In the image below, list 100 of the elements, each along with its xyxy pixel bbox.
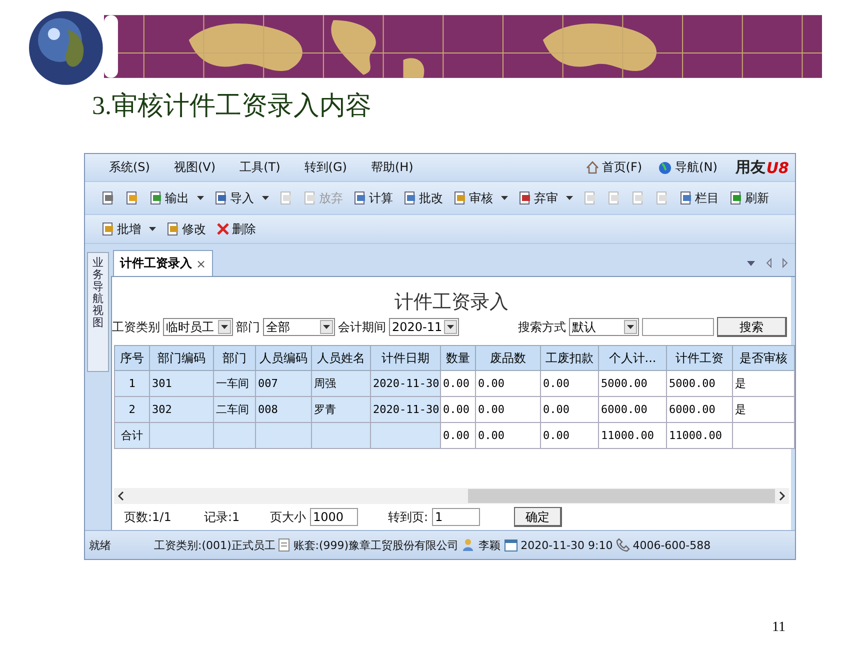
- table-cell: 二车间: [214, 396, 256, 422]
- status-text: 工资类别:(001)正式员工: [154, 538, 276, 552]
- dropdown-arrow-icon: [262, 195, 269, 201]
- nav-link[interactable]: 首页(F): [586, 159, 642, 176]
- table-cell: 0.00: [540, 370, 598, 396]
- table-cell: 0.00: [476, 370, 540, 396]
- dropdown-arrow-icon: [149, 226, 156, 232]
- field-label: 搜索方式: [518, 318, 566, 336]
- confirm-button[interactable]: 确定: [514, 507, 562, 527]
- menu-item[interactable]: 帮助(H): [360, 159, 424, 176]
- table-cell: 2020-11-30: [370, 396, 440, 422]
- table-cell: [370, 422, 440, 448]
- toolbar-button[interactable]: 导入: [212, 190, 271, 206]
- user-icon: [462, 538, 476, 552]
- menu-item[interactable]: 工具(T): [230, 159, 290, 176]
- table-cell: 6000.00: [666, 396, 732, 422]
- tab[interactable]: 计件工资录入 ×: [113, 250, 214, 276]
- table-cell: 0.00: [540, 422, 598, 448]
- column-header[interactable]: 计件日期: [370, 346, 440, 370]
- table-cell: [214, 422, 256, 448]
- table-cell: 0.00: [540, 396, 598, 422]
- table-cell: 一车间: [214, 370, 256, 396]
- dropdown-field[interactable]: 2020-11: [389, 318, 459, 336]
- toolbar-button[interactable]: 批增: [99, 220, 158, 238]
- table-cell: 11000.00: [666, 422, 732, 448]
- column-header[interactable]: 个人计...: [598, 346, 666, 370]
- toolbar-button[interactable]: 输出: [147, 190, 206, 206]
- dropdown-field[interactable]: 临时员工: [163, 318, 233, 336]
- document-icon: [518, 191, 532, 205]
- dropdown-arrow-icon: [501, 195, 508, 201]
- table-cell: 0.00: [440, 396, 476, 422]
- menu-item[interactable]: 转到(G): [294, 159, 357, 176]
- x-icon: [216, 222, 230, 236]
- dropdown-field[interactable]: 全部: [263, 318, 335, 336]
- toolbar-button[interactable]: 栏目: [677, 190, 721, 206]
- column-header[interactable]: 数量: [440, 346, 476, 370]
- table-cell: 007: [256, 370, 312, 396]
- slide-title: 3.审核计件工资录入内容: [92, 90, 372, 122]
- dropdown-arrow-icon: [221, 324, 228, 330]
- menu-item[interactable]: 系统(S): [99, 159, 160, 176]
- dropdown-field[interactable]: 默认: [569, 318, 639, 336]
- scrollbar[interactable]: [114, 488, 789, 504]
- table-cell: 5000.00: [666, 370, 732, 396]
- table-cell: 是: [732, 370, 794, 396]
- column-header[interactable]: 部门: [214, 346, 256, 370]
- status-text: 账套:(999)豫章工贸股份有限公司: [293, 538, 459, 552]
- table-cell: 0.00: [440, 370, 476, 396]
- document-icon: [214, 191, 228, 205]
- search-button[interactable]: 搜索: [717, 317, 787, 337]
- field-label: 部门: [236, 318, 260, 336]
- table-cell: 是: [732, 396, 794, 422]
- document-icon: [303, 191, 317, 205]
- column-header[interactable]: 工废扣款: [540, 346, 598, 370]
- table-cell: 周强: [312, 370, 370, 396]
- record-count: 记录:1: [204, 508, 241, 526]
- column-header[interactable]: 序号: [114, 346, 150, 370]
- table-cell: 2020-11-30: [370, 370, 440, 396]
- toolbar-button[interactable]: 弃审: [516, 190, 575, 206]
- page-size-field[interactable]: 1000: [310, 508, 358, 526]
- table-cell: 5000.00: [598, 370, 666, 396]
- sidebar-tab[interactable]: 业务导航视图: [87, 252, 109, 372]
- document-icon: [679, 191, 693, 205]
- toolbar-button[interactable]: 审核: [451, 190, 510, 206]
- dropdown-arrow-icon: [197, 195, 204, 201]
- column-header[interactable]: 部门编码: [150, 346, 214, 370]
- column-header[interactable]: 是否审核: [732, 346, 794, 370]
- table-cell: 合计: [114, 422, 150, 448]
- chevron-left-icon[interactable]: [116, 491, 126, 501]
- column-header[interactable]: 人员姓名: [312, 346, 370, 370]
- page-number: 11: [772, 620, 786, 636]
- column-header[interactable]: 计件工资: [666, 346, 732, 370]
- toolbar-button[interactable]: 计算: [351, 190, 395, 206]
- table-cell: 2: [114, 396, 150, 422]
- close-icon[interactable]: ×: [196, 256, 206, 270]
- column-header[interactable]: 废品数: [476, 346, 540, 370]
- toolbar-button[interactable]: 刷新: [727, 190, 771, 206]
- logo: 用友U8: [735, 158, 789, 177]
- field-label: 页大小: [270, 508, 306, 526]
- house-icon: [586, 161, 599, 174]
- toolbar-button[interactable]: 修改: [164, 220, 208, 238]
- status-text: 李颖: [478, 538, 501, 552]
- table-cell: 6000.00: [598, 396, 666, 422]
- page-count: 页数:1/1: [124, 508, 172, 526]
- menu-item[interactable]: 视图(V): [164, 159, 226, 176]
- toolbar-button[interactable]: 批改: [401, 190, 445, 206]
- toolbar-button[interactable]: 删除: [214, 220, 258, 238]
- chevron-right-icon[interactable]: [777, 491, 787, 501]
- document-icon: [278, 538, 290, 552]
- table-cell: 1: [114, 370, 150, 396]
- field-label: 会计期间: [338, 318, 386, 336]
- table-cell: 302: [150, 396, 214, 422]
- field-label: 工资类别: [112, 318, 160, 336]
- table-cell: [312, 422, 370, 448]
- dropdown-arrow-icon: [447, 324, 454, 330]
- search-field[interactable]: [642, 318, 714, 336]
- page-field[interactable]: 1: [432, 508, 480, 526]
- column-header[interactable]: 人员编码: [256, 346, 312, 370]
- globe-icon: [658, 160, 672, 174]
- status-text: 就绪: [89, 538, 111, 552]
- nav-link[interactable]: 导航(N): [658, 159, 718, 176]
